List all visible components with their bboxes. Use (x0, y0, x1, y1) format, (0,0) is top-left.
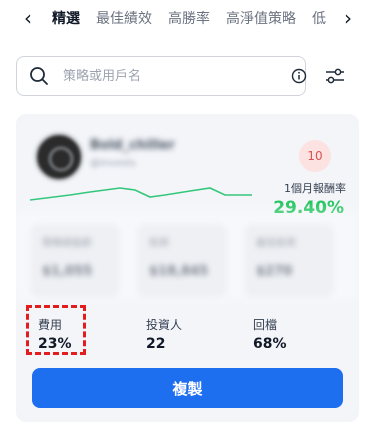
search-box[interactable] (16, 56, 306, 96)
strategy-card[interactable]: Bold_chiller @Invests 10 1個月報酬率 29.40% 策… (16, 114, 359, 422)
performance-sparkline (30, 187, 252, 201)
roi-label: 1個月報酬率 (284, 182, 346, 195)
tab-low[interactable]: 低 (312, 8, 326, 28)
copy-button[interactable]: 複製 (32, 368, 343, 408)
investors-label: 投資人 (146, 318, 183, 332)
search-icon (30, 67, 48, 85)
trader-handle: @Invests (90, 158, 136, 169)
tab-featured[interactable]: 精選 (52, 8, 80, 28)
investors-value: 22 (146, 336, 166, 352)
trader-name: Bold_chiller (90, 138, 175, 153)
strategy-tabs: ‹ 精選 最佳績效 高勝率 高淨值策略 低 › (0, 0, 375, 36)
tab-best-performance[interactable]: 最佳績效 (96, 8, 152, 28)
fee-highlight-box (26, 305, 86, 355)
info-icon[interactable] (291, 68, 307, 84)
filter-sliders-icon[interactable] (324, 66, 346, 86)
blur-overlay (16, 210, 359, 300)
rank-badge: 10 (299, 140, 331, 172)
chevron-right-icon[interactable]: › (336, 6, 360, 30)
tab-high-win-rate[interactable]: 高勝率 (168, 8, 210, 28)
tab-strip: 精選 最佳績效 高勝率 高淨值策略 低 (52, 0, 330, 36)
avatar (34, 132, 84, 182)
search-input[interactable] (61, 67, 285, 85)
chevron-left-icon[interactable]: ‹ (16, 6, 40, 30)
drawdown-value: 68% (253, 336, 287, 352)
drawdown-label: 回檔 (253, 318, 278, 332)
tab-high-net-worth[interactable]: 高淨值策略 (226, 8, 296, 28)
